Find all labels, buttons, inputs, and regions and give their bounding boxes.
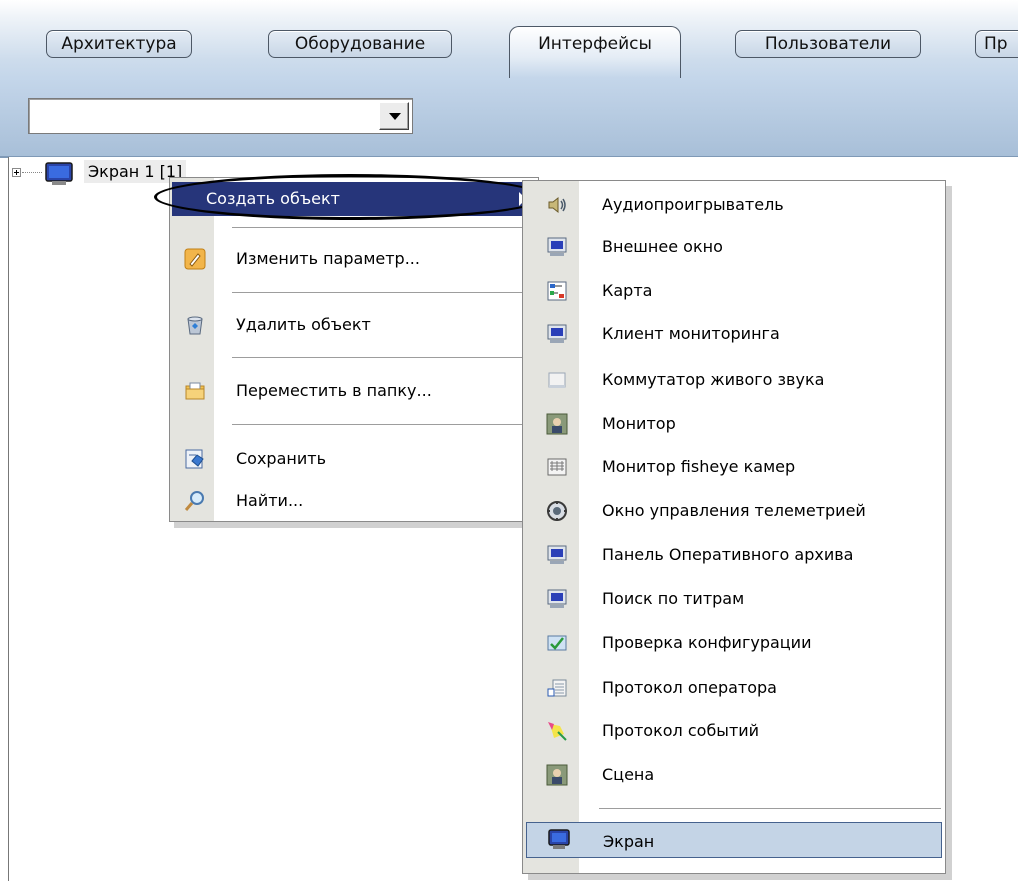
folder-move-icon — [184, 380, 206, 402]
submenu-item-map[interactable]: Карта — [526, 272, 942, 308]
submenu-item-label: Коммутатор живого звука — [602, 370, 825, 389]
submenu-item-audio-player[interactable]: Аудиопроигрыватель — [526, 186, 942, 222]
menu-separator — [232, 292, 534, 294]
save-icon — [184, 448, 206, 470]
monitor-icon — [546, 544, 568, 566]
submenu-item-label: Внешнее окно — [602, 237, 723, 256]
submenu-item-operator-log[interactable]: Протокол оператора — [526, 669, 942, 705]
tab-hardware[interactable]: Оборудование — [268, 30, 452, 58]
submenu-item-live-sound-switch[interactable]: Коммутатор живого звука — [526, 361, 942, 397]
filter-bar — [0, 78, 1018, 158]
menu-item-edit-parameter[interactable]: Изменить параметр... — [172, 242, 536, 276]
monitor-icon — [546, 236, 568, 258]
highlight-ellipse — [154, 174, 546, 220]
tab-architecture-label: Архитектура — [61, 34, 177, 54]
menu-item-label: Изменить параметр... — [236, 249, 420, 268]
fisheye-icon — [546, 456, 568, 478]
window-icon — [546, 369, 568, 391]
submenu-item-config-check[interactable]: Проверка конфигурации — [526, 624, 942, 660]
dropdown-button[interactable] — [379, 102, 409, 130]
config-check-icon — [546, 632, 568, 654]
menu-item-delete-object[interactable]: Удалить объект — [172, 308, 536, 342]
submenu-item-telemetry-window[interactable]: Окно управления телеметрией — [526, 492, 942, 528]
tab-next-truncated[interactable]: Пр — [975, 30, 1018, 58]
edit-icon — [184, 248, 206, 270]
find-icon — [184, 490, 206, 512]
menu-separator — [232, 357, 534, 359]
submenu-item-event-log[interactable]: Протокол событий — [526, 712, 942, 748]
tab-interfaces-label: Интерфейсы — [538, 34, 652, 54]
submenu-item-label: Экран — [603, 832, 655, 851]
tab-next-truncated-label: Пр — [984, 34, 1008, 54]
context-menu: Создать объект Изменить параметр... Удал… — [169, 177, 539, 522]
monitor-icon — [546, 588, 568, 610]
menu-item-find[interactable]: Найти... — [172, 484, 536, 518]
tab-architecture[interactable]: Архитектура — [46, 30, 192, 58]
submenu-item-caption-search[interactable]: Поиск по титрам — [526, 580, 942, 616]
menu-item-move-to-folder[interactable]: Переместить в папку... — [172, 374, 536, 408]
tab-users[interactable]: Пользователи — [735, 30, 921, 58]
menu-item-label: Сохранить — [236, 449, 326, 468]
submenu-item-label: Сцена — [602, 765, 655, 784]
submenu-item-label: Проверка конфигурации — [602, 633, 812, 652]
submenu-item-label: Протокол событий — [602, 721, 760, 740]
menu-item-label: Найти... — [236, 491, 304, 510]
submenu-item-label: Протокол оператора — [602, 678, 777, 697]
menu-item-label: Удалить объект — [236, 315, 371, 334]
submenu-item-scene[interactable]: Сцена — [526, 756, 942, 792]
object-type-select[interactable] — [28, 98, 413, 134]
operator-log-icon — [546, 677, 568, 699]
chevron-down-icon — [389, 113, 401, 120]
submenu-item-screen[interactable]: Экран — [526, 822, 942, 858]
scene-icon — [546, 764, 568, 786]
submenu-item-label: Монитор — [602, 414, 676, 433]
video-monitor-icon — [546, 413, 568, 435]
expand-icon[interactable] — [12, 168, 21, 177]
map-icon — [546, 280, 568, 302]
submenu-item-label: Панель Оперативного архива — [602, 545, 854, 564]
submenu-item-monitor[interactable]: Монитор — [526, 405, 942, 441]
submenu-item-label: Клиент мониторинга — [602, 324, 780, 343]
tab-users-label: Пользователи — [764, 34, 892, 54]
menu-item-label: Переместить в папку... — [236, 381, 432, 400]
tab-interfaces[interactable]: Интерфейсы — [509, 26, 681, 78]
recycle-bin-icon — [184, 314, 206, 336]
tree-connector-line — [22, 172, 42, 173]
speaker-icon — [546, 194, 568, 216]
submenu-item-label: Монитор fisheye камер — [602, 457, 796, 476]
submenu-item-fisheye-monitor[interactable]: Монитор fisheye камер — [526, 448, 942, 484]
menu-separator — [232, 424, 534, 426]
submenu-item-label: Окно управления телеметрией — [602, 501, 866, 520]
submenu-item-external-window[interactable]: Внешнее окно — [526, 228, 942, 264]
screen-icon — [547, 829, 571, 851]
submenu-item-monitoring-client[interactable]: Клиент мониторинга — [526, 315, 942, 351]
menu-item-save[interactable]: Сохранить — [172, 442, 536, 476]
submenu-item-label: Поиск по титрам — [602, 589, 745, 608]
screen-icon — [43, 162, 77, 186]
monitor-icon — [546, 323, 568, 345]
event-log-icon — [546, 720, 568, 742]
create-object-submenu: Аудиопроигрыватель Внешнее окно Карта Кл… — [522, 180, 946, 874]
submenu-item-label: Аудиопроигрыватель — [602, 195, 784, 214]
ptz-icon — [546, 500, 568, 522]
submenu-separator — [599, 808, 941, 810]
tab-hardware-label: Оборудование — [294, 34, 426, 54]
submenu-item-label: Карта — [602, 281, 653, 300]
menu-separator — [232, 227, 534, 229]
tab-bar: Архитектура Оборудование Интерфейсы Поль… — [0, 0, 1018, 78]
submenu-item-archive-panel[interactable]: Панель Оперативного архива — [526, 536, 942, 572]
